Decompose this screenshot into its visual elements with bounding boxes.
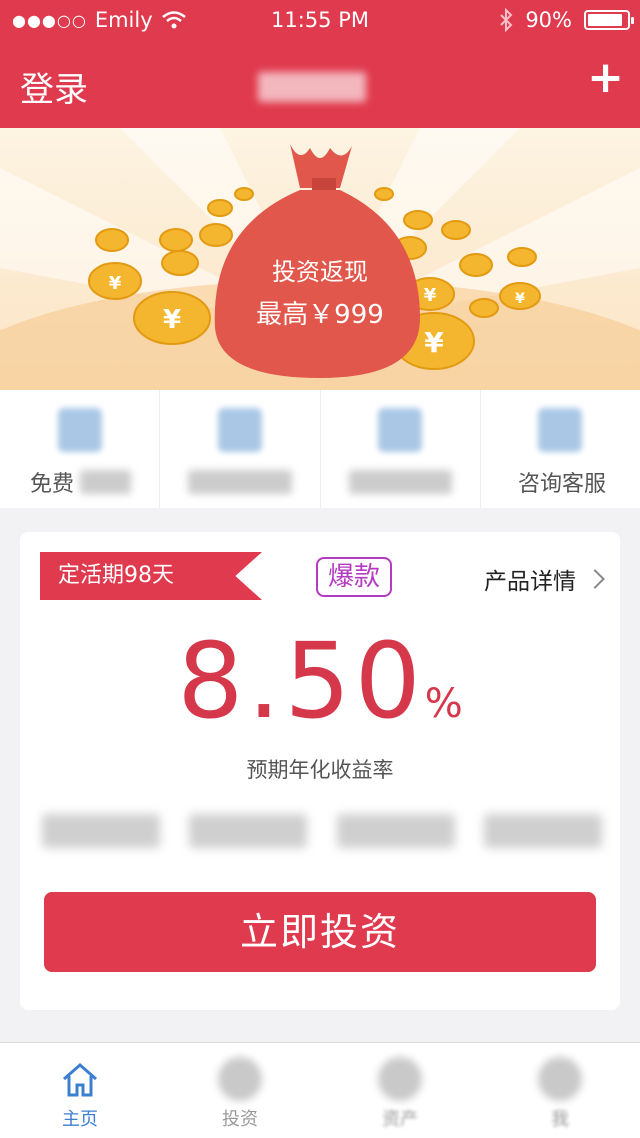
quick-action-2[interactable] <box>160 390 321 508</box>
tab-label: 资产 <box>382 1109 418 1130</box>
phone-icon <box>538 408 583 452</box>
rate-unit: % <box>424 681 463 727</box>
obscured-label <box>188 470 292 494</box>
rate-display: 8.50% <box>20 620 620 742</box>
page-title-obscured <box>258 72 366 102</box>
battery-icon <box>584 10 634 30</box>
obscured-label <box>80 470 132 494</box>
quick-actions: 免费 咨询客服 <box>0 390 640 508</box>
obscured-meta <box>189 814 308 848</box>
svg-text:¥: ¥ <box>515 291 525 307</box>
login-button[interactable]: 登录 <box>20 62 88 111</box>
product-meta <box>42 814 602 854</box>
svg-text:¥: ¥ <box>424 326 444 359</box>
obscured-meta <box>483 814 602 848</box>
svg-text:¥: ¥ <box>424 285 437 306</box>
tab-home[interactable]: 主页 <box>0 1043 160 1138</box>
battery-level <box>588 14 623 26</box>
product-card: 定活期98天 爆款 产品详情 8.50% 预期年化收益率 立即投资 <box>20 532 620 1010</box>
status-right: 90% <box>499 8 634 32</box>
quick-action-free[interactable]: 免费 <box>0 390 161 508</box>
hot-badge: 爆款 <box>316 557 393 597</box>
tab-label: 投资 <box>222 1109 258 1130</box>
svg-text:¥: ¥ <box>163 305 181 335</box>
product-detail-label: 产品详情 <box>484 569 576 595</box>
money-bag-icon <box>218 1057 262 1101</box>
profile-icon <box>538 1057 582 1101</box>
product-detail-link[interactable]: 产品详情 <box>484 562 605 596</box>
obscured-label <box>348 470 452 494</box>
term-tag: 定活期98天 <box>40 552 262 600</box>
promo-banner[interactable]: ¥ ¥ ¥ ¥ ¥ 投资返现 最高￥999 <box>0 128 640 390</box>
promo-line1: 投资返现 <box>272 258 368 286</box>
tab-bar: 主页 投资 资产 我 <box>0 1042 640 1138</box>
quick-action-3[interactable] <box>321 390 481 508</box>
quick-action-customer-service[interactable]: 咨询客服 <box>481 390 640 508</box>
user-icon <box>57 408 102 452</box>
rate-label: 预期年化收益率 <box>246 758 394 782</box>
battery-percent: 90% <box>525 8 572 32</box>
status-bar: ●●●○○ Emily 11:55 PM 90% <box>0 0 640 40</box>
tab-label: 我 <box>551 1109 569 1130</box>
card-icon <box>217 408 262 452</box>
svg-text:¥: ¥ <box>109 273 122 294</box>
nav-bar: 登录 + <box>0 40 640 128</box>
obscured-meta <box>42 814 160 848</box>
tab-assets[interactable]: 资产 <box>320 1043 480 1138</box>
app-header: ●●●○○ Emily 11:55 PM 90% 登录 + <box>0 0 640 128</box>
chevron-right-icon <box>585 569 605 589</box>
obscured-meta <box>336 814 455 848</box>
rate-value: 8.50 <box>177 620 425 742</box>
tab-label: 主页 <box>62 1109 98 1130</box>
tab-invest[interactable]: 投资 <box>160 1043 320 1138</box>
assets-icon <box>378 1057 422 1101</box>
invest-now-button[interactable]: 立即投资 <box>44 892 596 972</box>
chat-icon <box>378 408 423 452</box>
add-button[interactable]: + <box>587 56 624 100</box>
quick-action-label: 咨询客服 <box>517 472 606 497</box>
tab-me[interactable]: 我 <box>480 1043 640 1138</box>
home-icon <box>63 1063 97 1097</box>
promo-line2: 最高￥999 <box>256 300 384 330</box>
bluetooth-icon <box>500 8 513 32</box>
